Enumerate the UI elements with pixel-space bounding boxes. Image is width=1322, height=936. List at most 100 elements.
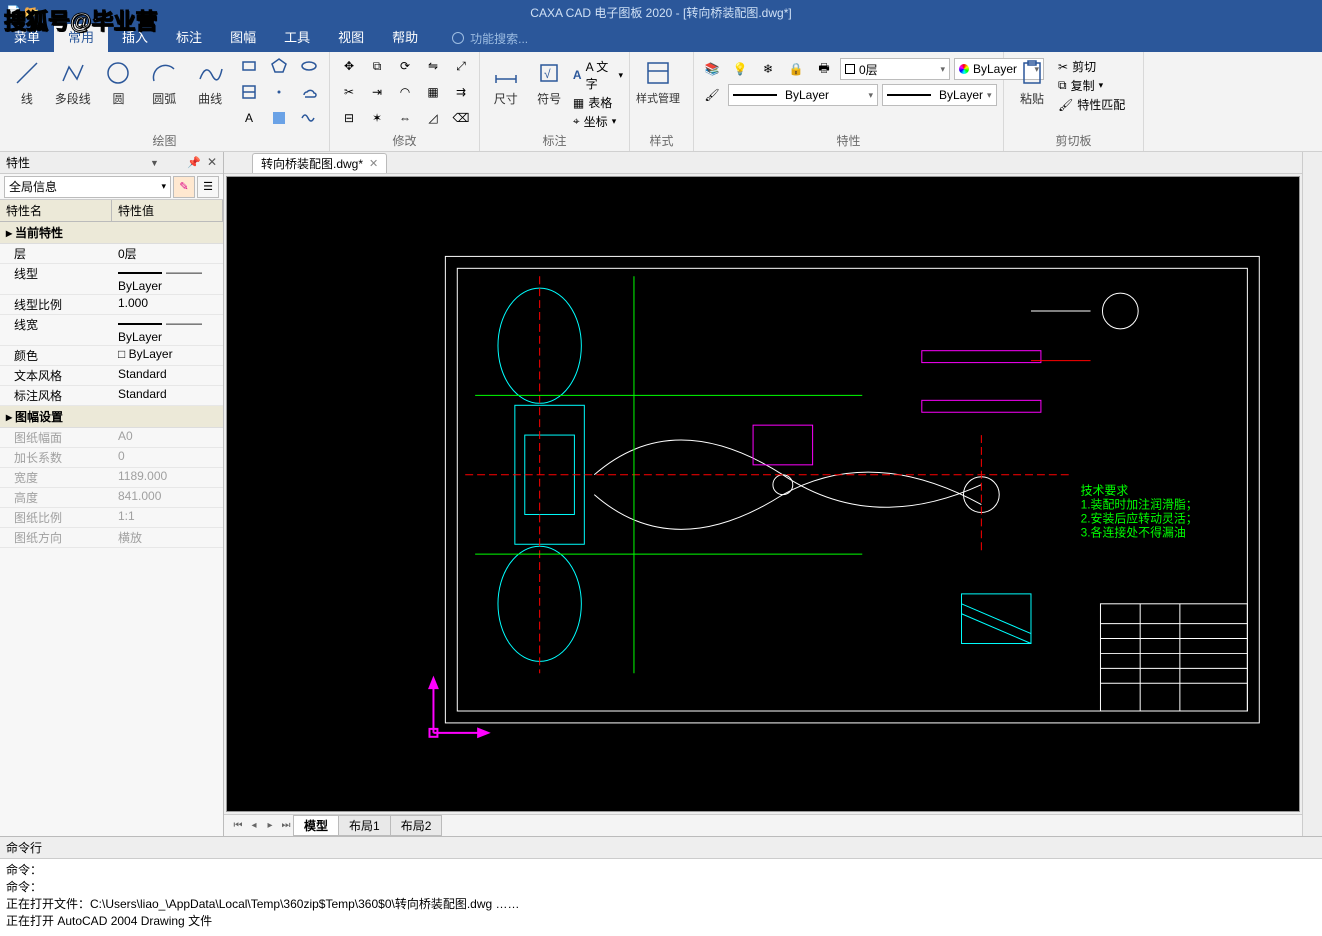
property-row[interactable]: 图纸比例1:1 xyxy=(0,508,223,528)
cut-item[interactable]: ✂ 剪切 xyxy=(1058,58,1125,75)
hatch-icon[interactable] xyxy=(235,80,263,104)
tab-last-icon[interactable]: ⏭ xyxy=(278,820,294,831)
rect-icon[interactable] xyxy=(235,54,263,78)
erase-icon[interactable]: ⌫ xyxy=(448,106,474,130)
dimension-button[interactable]: 尺寸 xyxy=(486,54,525,107)
point-icon[interactable] xyxy=(265,80,293,104)
polyline-button[interactable]: 多段线 xyxy=(52,54,94,107)
ribbon-search[interactable]: 功能搜索... xyxy=(452,30,528,47)
ltype-combo[interactable]: ByLayer▾ xyxy=(728,84,878,106)
scale-icon[interactable]: ⤢ xyxy=(448,54,474,78)
stylemgr-button[interactable]: 样式管理 xyxy=(636,54,680,106)
tab-tools[interactable]: 工具 xyxy=(270,24,324,52)
rotate-icon[interactable]: ⟳ xyxy=(392,54,418,78)
array-icon[interactable]: ▦ xyxy=(420,80,446,104)
match-icon[interactable]: 🖌 xyxy=(700,84,724,106)
tab-layout2[interactable]: 布局2 xyxy=(390,815,443,836)
quick-select-icon[interactable]: ✎ xyxy=(173,176,195,198)
tab-first-icon[interactable]: ⏮ xyxy=(230,820,246,831)
drawing-canvas[interactable]: 技术要求 1.装配时加注润滑脂； 2.安装后应转动灵活； 3.各连接处不得漏油 xyxy=(226,176,1300,812)
property-row[interactable]: 线宽——— ByLayer xyxy=(0,315,223,346)
work-area: 特性 ▼ 📌 ✕ 全局信息▾ ✎ ☰ 特性名 特性值 ▸ 当前特性 层0层线型—… xyxy=(0,152,1322,836)
pin-icon[interactable]: 📌 xyxy=(187,156,201,169)
text-icon[interactable]: A xyxy=(235,106,263,130)
arc-button[interactable]: 圆弧 xyxy=(143,54,185,107)
property-row[interactable]: 宽度1189.000 xyxy=(0,468,223,488)
property-row[interactable]: 线型比例1.000 xyxy=(0,295,223,315)
layer-print-icon[interactable]: 🖶 xyxy=(812,58,836,80)
filter-icon[interactable]: ☰ xyxy=(197,176,219,198)
paste-button[interactable]: 粘贴 xyxy=(1010,54,1054,107)
spline-button[interactable]: 曲线 xyxy=(189,54,231,107)
symbol-label: 符号 xyxy=(537,90,561,107)
copy-item[interactable]: ⧉ 复制▾ xyxy=(1058,77,1125,94)
ellipse-icon[interactable] xyxy=(295,54,323,78)
layer-freeze-icon[interactable]: ❄ xyxy=(756,58,780,80)
layer-lock-icon[interactable]: 🔒 xyxy=(784,58,808,80)
tab-help[interactable]: 帮助 xyxy=(378,24,432,52)
group-clip: 粘贴 ✂ 剪切 ⧉ 复制▾ 🖌 特性匹配 剪切板 xyxy=(1004,52,1144,151)
matchprop-item[interactable]: 🖌 特性匹配 xyxy=(1058,96,1125,113)
property-row[interactable]: 线型——— ByLayer xyxy=(0,264,223,295)
group-layer-label: 特性 xyxy=(700,133,997,151)
tab-sheet[interactable]: 图幅 xyxy=(216,24,270,52)
tab-view[interactable]: 视图 xyxy=(324,24,378,52)
mirror-icon[interactable]: ⇋ xyxy=(420,54,446,78)
coord-item[interactable]: ⌖坐标▾ xyxy=(573,113,623,130)
document-tabs: 转向桥装配图.dwg* ✕ xyxy=(224,152,1302,174)
property-row[interactable]: 层0层 xyxy=(0,244,223,264)
polygon-icon[interactable] xyxy=(265,54,293,78)
selector-combo[interactable]: 全局信息▾ xyxy=(4,176,171,198)
circle-button[interactable]: 圆 xyxy=(98,54,140,107)
group-style-label: 样式 xyxy=(636,133,687,151)
tab-close-icon[interactable]: ✕ xyxy=(369,157,378,170)
tab-dim[interactable]: 标注 xyxy=(162,24,216,52)
property-row[interactable]: 颜色□ ByLayer xyxy=(0,346,223,366)
text-item[interactable]: AA 文字▾ xyxy=(573,58,623,92)
dropdown-icon[interactable]: ▼ xyxy=(150,158,159,168)
chamfer-icon[interactable]: ◿ xyxy=(420,106,446,130)
offset-icon[interactable]: ⇉ xyxy=(448,80,474,104)
title-bar: 📄 📂 CAXA CAD 电子图板 2020 - [转向桥装配图.dwg*] xyxy=(0,0,1322,24)
group-modify: ✥ ⧉ ⟳ ⇋ ⤢ ✂ ⇥ ◠ ▦ ⇉ ⊟ ✶ ⇔ ◿ ⌫ 修改 xyxy=(330,52,480,151)
trim-icon[interactable]: ✂ xyxy=(336,80,362,104)
cloud-icon[interactable] xyxy=(295,80,323,104)
tab-next-icon[interactable]: ▸ xyxy=(262,820,278,831)
table-item[interactable]: ▦表格 xyxy=(573,94,623,111)
lweight-combo[interactable]: ByLayer▾ xyxy=(882,84,997,106)
layer-on-icon[interactable]: 💡 xyxy=(728,58,752,80)
line-button[interactable]: 线 xyxy=(6,54,48,107)
section-sheet: ▸ 图幅设置 xyxy=(0,406,223,428)
svg-text:√: √ xyxy=(544,67,551,81)
layer-mgr-icon[interactable]: 📚 xyxy=(700,58,724,80)
property-row[interactable]: 图纸方向横放 xyxy=(0,528,223,548)
property-row[interactable]: 高度841.000 xyxy=(0,488,223,508)
copy-icon[interactable]: ⧉ xyxy=(364,54,390,78)
break-icon[interactable]: ⊟ xyxy=(336,106,362,130)
symbol-button[interactable]: √ 符号 xyxy=(529,54,568,107)
wave-icon[interactable] xyxy=(295,106,323,130)
fill-icon[interactable] xyxy=(265,106,293,130)
tab-layout1[interactable]: 布局1 xyxy=(338,815,391,836)
tab-model[interactable]: 模型 xyxy=(293,815,339,836)
stretch-icon[interactable]: ⇔ xyxy=(392,106,418,130)
close-icon[interactable]: ✕ xyxy=(207,155,217,169)
property-row[interactable]: 标注风格Standard xyxy=(0,386,223,406)
fillet-icon[interactable]: ◠ xyxy=(392,80,418,104)
tab-prev-icon[interactable]: ◂ xyxy=(246,820,262,831)
property-row[interactable]: 图纸幅面A0 xyxy=(0,428,223,448)
group-modify-label: 修改 xyxy=(336,133,473,151)
layer-combo[interactable]: 0层▾ xyxy=(840,58,950,80)
selector-value: 全局信息 xyxy=(9,178,57,195)
property-row[interactable]: 加长系数0 xyxy=(0,448,223,468)
coord-item-label: 坐标 xyxy=(584,113,608,130)
move-icon[interactable]: ✥ xyxy=(336,54,362,78)
copy-label: 复制 xyxy=(1071,77,1095,94)
command-log[interactable]: 命令： 命令： 正在打开文件：C:\Users\liao_\AppData\Lo… xyxy=(0,859,1322,931)
property-row[interactable]: 文本风格Standard xyxy=(0,366,223,386)
explode-icon[interactable]: ✶ xyxy=(364,106,390,130)
watermark: 搜狐号@毕业营 xyxy=(4,4,157,36)
extend-icon[interactable]: ⇥ xyxy=(364,80,390,104)
group-layer: 📚 💡 ❄ 🔒 🖶 0层▾ ByLayer▾ 🖌 ByLayer▾ ByLaye… xyxy=(694,52,1004,151)
document-tab[interactable]: 转向桥装配图.dwg* ✕ xyxy=(252,153,387,173)
